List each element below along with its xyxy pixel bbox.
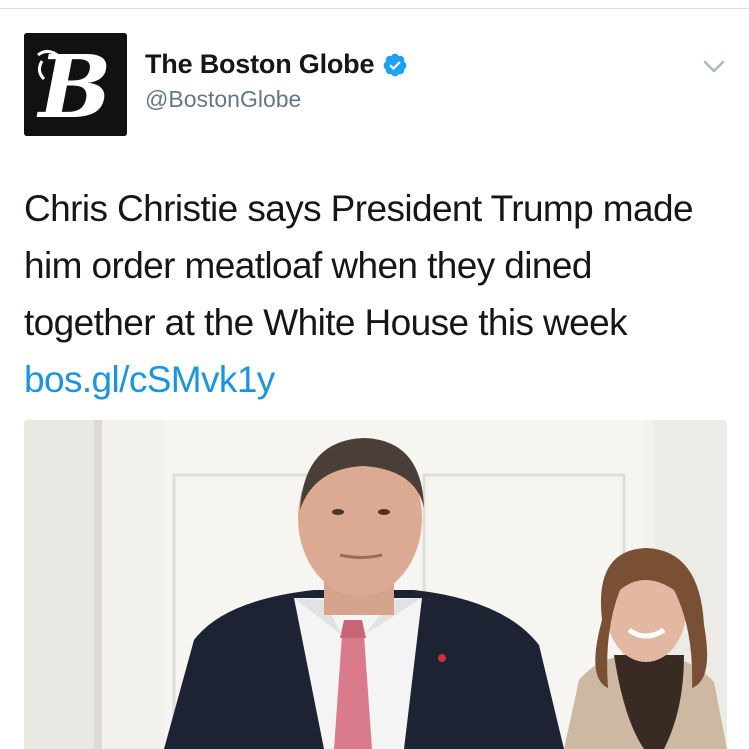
verified-badge-icon <box>382 52 408 78</box>
top-divider <box>0 8 749 9</box>
author-display-name[interactable]: The Boston Globe <box>145 49 374 80</box>
author-names: The Boston Globe @BostonGlobe <box>145 49 408 113</box>
tweet-header: B The Boston Globe @BostonGlobe <box>24 33 729 136</box>
tweet-body: Chris Christie says President Trump made… <box>24 188 694 343</box>
author-handle[interactable]: @BostonGlobe <box>145 86 408 113</box>
boston-globe-logo: B <box>24 33 127 136</box>
tweet-text: Chris Christie says President Trump made… <box>24 180 724 408</box>
photo-illustration <box>24 420 727 749</box>
chevron-down-icon[interactable] <box>699 55 729 79</box>
tweet-link[interactable]: bos.gl/cSMvk1y <box>24 359 275 400</box>
display-name-row: The Boston Globe <box>145 49 408 80</box>
avatar[interactable]: B <box>24 33 127 136</box>
tweet-photo[interactable] <box>24 420 727 749</box>
